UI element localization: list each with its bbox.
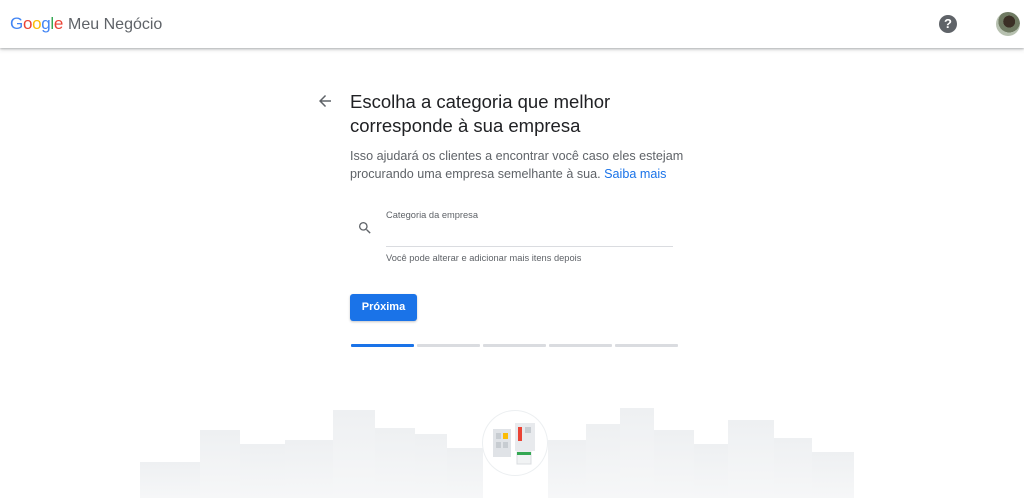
help-icon[interactable]: ? — [939, 15, 957, 33]
category-input[interactable] — [386, 224, 673, 246]
progress-step — [417, 344, 480, 347]
progress-step — [351, 344, 414, 347]
logo-letter: o — [22, 14, 33, 33]
logo-letter: o — [32, 14, 42, 33]
search-icon — [359, 222, 371, 234]
category-helper-text: Você pode alterar e adicionar mais itens… — [386, 253, 582, 263]
next-button[interactable]: Próxima — [350, 294, 417, 321]
account-avatar[interactable] — [996, 12, 1020, 36]
store-illustration-badge — [483, 411, 547, 475]
logo-letter: G — [10, 14, 23, 33]
page-title: Escolha a categoria que melhor correspon… — [350, 91, 611, 136]
input-underline — [386, 246, 673, 247]
progress-step — [615, 344, 678, 347]
product-name: Meu Negócio — [68, 16, 163, 33]
google-logo-text: Google — [10, 12, 63, 36]
top-app-bar: Google Meu Negócio ? — [0, 0, 1024, 48]
store-icon — [493, 423, 535, 465]
logo-letter: e — [53, 14, 64, 33]
progress-step — [549, 344, 612, 347]
category-field-label: Categoria da empresa — [386, 210, 478, 220]
progress-step — [483, 344, 546, 347]
page-description: Isso ajudará os clientes a encontrar voc… — [350, 147, 700, 183]
app-logo[interactable]: Google Meu Negócio — [10, 12, 162, 36]
arrow-back-icon[interactable] — [316, 92, 334, 110]
step-progress-bar — [351, 344, 678, 347]
learn-more-link[interactable]: Saiba mais — [604, 167, 666, 181]
